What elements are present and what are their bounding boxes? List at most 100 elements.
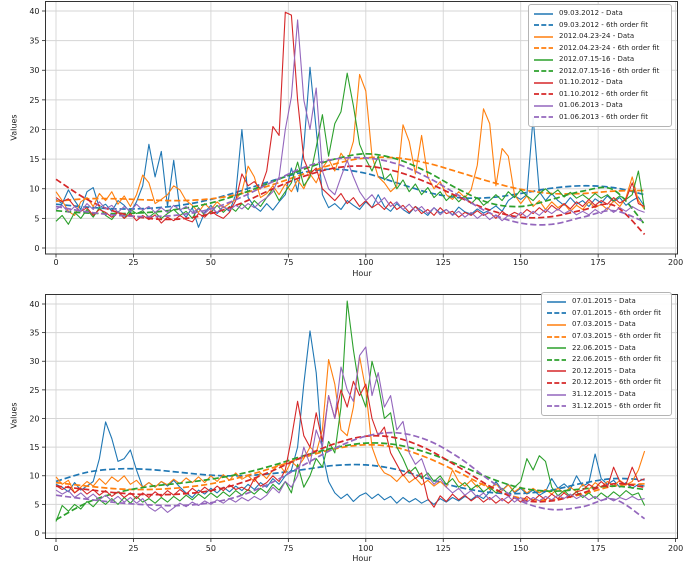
y-tick-label: 5 (34, 500, 39, 509)
legend-line-sample (534, 47, 553, 50)
legend-label: 20.12.2015 - 6th order fit (572, 378, 661, 387)
legend-label: 2012.07.15-16 - 6th order fit (559, 66, 660, 75)
legend-label: 22.06.2015 - 6th order fit (572, 355, 661, 364)
x-tick-label: 50 (206, 544, 216, 553)
y-tick-label: 35 (29, 329, 39, 338)
legend-entry: 22.06.2015 - Data (546, 342, 667, 354)
x-tick-label: 100 (358, 258, 373, 267)
legend-label: 07.01.2015 - 6th order fit (572, 308, 661, 317)
legend-label: 01.10.2012 - 6th order fit (559, 89, 648, 98)
legend-label: 07.03.2015 - 6th order fit (572, 332, 661, 341)
legend-line-sample (534, 13, 553, 15)
top-chart-legend: 09.03.2012 - Data 09.03.2012 - 6th order … (528, 4, 672, 127)
series-line-0-3 (55, 156, 645, 203)
legend-entry: 01.10.2012 - Data (533, 77, 667, 89)
y-tick-label: 5 (34, 214, 39, 223)
y-tick-label: 0 (34, 529, 39, 538)
x-tick-label: 50 (206, 258, 216, 267)
series-line-1-5 (55, 442, 645, 521)
legend-label: 07.01.2015 - Data (572, 297, 636, 306)
x-tick-label: 200 (668, 544, 683, 553)
top-chart-ylabel: Values (9, 114, 19, 141)
y-tick-label: 15 (29, 443, 39, 452)
bottom-chart-xlabel: Hour (352, 554, 372, 563)
legend-line-sample (547, 301, 566, 303)
legend-line-sample (534, 24, 553, 27)
legend-line-sample (547, 370, 566, 373)
legend-line-sample (534, 116, 553, 119)
legend-label: 31.12.2015 - Data (572, 390, 636, 399)
x-tick-label: 175 (591, 258, 606, 267)
legend-line-sample (547, 393, 566, 396)
legend-label: 01.06.2013 - 6th order fit (559, 112, 648, 121)
y-tick-label: 0 (34, 244, 39, 253)
legend-line-sample (547, 358, 566, 361)
y-tick-label: 40 (29, 7, 39, 16)
legend-entry: 01.06.2013 - 6th order fit (533, 112, 667, 124)
legend-line-sample (534, 59, 553, 61)
y-tick-label: 10 (29, 472, 39, 481)
legend-label: 09.03.2012 - Data (559, 9, 623, 18)
legend-line-sample (534, 105, 553, 107)
figure: 0 25 50 75 100 125 150 175 200 0 5 10 15 20 25 30 35 40 0 2… (0, 0, 685, 566)
legend-line-sample (534, 93, 553, 96)
legend-entry: 20.12.2015 - Data (546, 366, 667, 378)
y-tick-label: 30 (29, 66, 39, 75)
legend-line-sample (547, 324, 566, 326)
legend-line-sample (547, 347, 566, 349)
x-tick-label: 25 (128, 258, 138, 267)
y-tick-label: 40 (29, 300, 39, 309)
x-tick-label: 125 (436, 544, 451, 553)
legend-entry: 2012.04.23-24 - 6th order fit (533, 43, 667, 55)
top-chart-xlabel: Hour (352, 269, 372, 278)
y-tick-label: 10 (29, 185, 39, 194)
legend-label: 09.03.2012 - 6th order fit (559, 20, 648, 29)
legend-label: 07.03.2015 - Data (572, 320, 636, 329)
x-tick-label: 175 (591, 544, 606, 553)
legend-line-sample (547, 335, 566, 338)
legend-line-sample (547, 405, 566, 408)
x-tick-label: 150 (513, 544, 528, 553)
legend-line-sample (534, 36, 553, 38)
legend-entry: 31.12.2015 - 6th order fit (546, 400, 667, 412)
x-tick-label: 100 (358, 544, 373, 553)
legend-line-sample (547, 382, 566, 384)
legend-label: 20.12.2015 - Data (572, 366, 636, 375)
x-tick-label: 0 (53, 258, 58, 267)
legend-entry: 07.03.2015 - 6th order fit (546, 331, 667, 343)
legend-line-sample (547, 312, 566, 315)
y-tick-label: 20 (29, 125, 39, 134)
legend-label: 22.06.2015 - Data (572, 343, 636, 352)
y-tick-label: 25 (29, 96, 39, 105)
legend-entry: 2012.04.23-24 - Data (533, 31, 667, 43)
x-tick-label: 25 (128, 544, 138, 553)
legend-entry: 07.01.2015 - Data (546, 296, 667, 308)
legend-entry: 01.10.2012 - 6th order fit (533, 89, 667, 101)
legend-label: 2012.07.15-16 - Data (559, 55, 635, 64)
x-tick-label: 75 (283, 544, 293, 553)
legend-line-sample (534, 82, 553, 84)
legend-entry: 09.03.2012 - 6th order fit (533, 20, 667, 32)
legend-entry: 07.03.2015 - Data (546, 319, 667, 331)
y-tick-label: 30 (29, 357, 39, 366)
x-tick-label: 200 (668, 258, 683, 267)
y-tick-label: 15 (29, 155, 39, 164)
x-tick-label: 150 (513, 258, 528, 267)
legend-entry: 22.06.2015 - 6th order fit (546, 354, 667, 366)
legend-entry: 07.01.2015 - 6th order fit (546, 308, 667, 320)
bottom-chart-legend: 07.01.2015 - Data 07.01.2015 - 6th order … (541, 292, 672, 416)
x-tick-label: 0 (53, 544, 58, 553)
legend-entry: 31.12.2015 - Data (546, 389, 667, 401)
y-tick-label: 20 (29, 414, 39, 423)
legend-entry: 2012.07.15-16 - Data (533, 54, 667, 66)
legend-label: 01.10.2012 - Data (559, 78, 623, 87)
bottom-chart-ylabel: Values (9, 402, 19, 429)
legend-label: 01.06.2013 - Data (559, 101, 623, 110)
legend-entry: 20.12.2015 - 6th order fit (546, 377, 667, 389)
legend-line-sample (534, 70, 553, 73)
y-tick-label: 35 (29, 37, 39, 46)
legend-entry: 01.06.2013 - Data (533, 100, 667, 112)
legend-label: 2012.04.23-24 - Data (559, 32, 635, 41)
y-tick-label: 25 (29, 386, 39, 395)
legend-label: 2012.04.23-24 - 6th order fit (559, 43, 660, 52)
